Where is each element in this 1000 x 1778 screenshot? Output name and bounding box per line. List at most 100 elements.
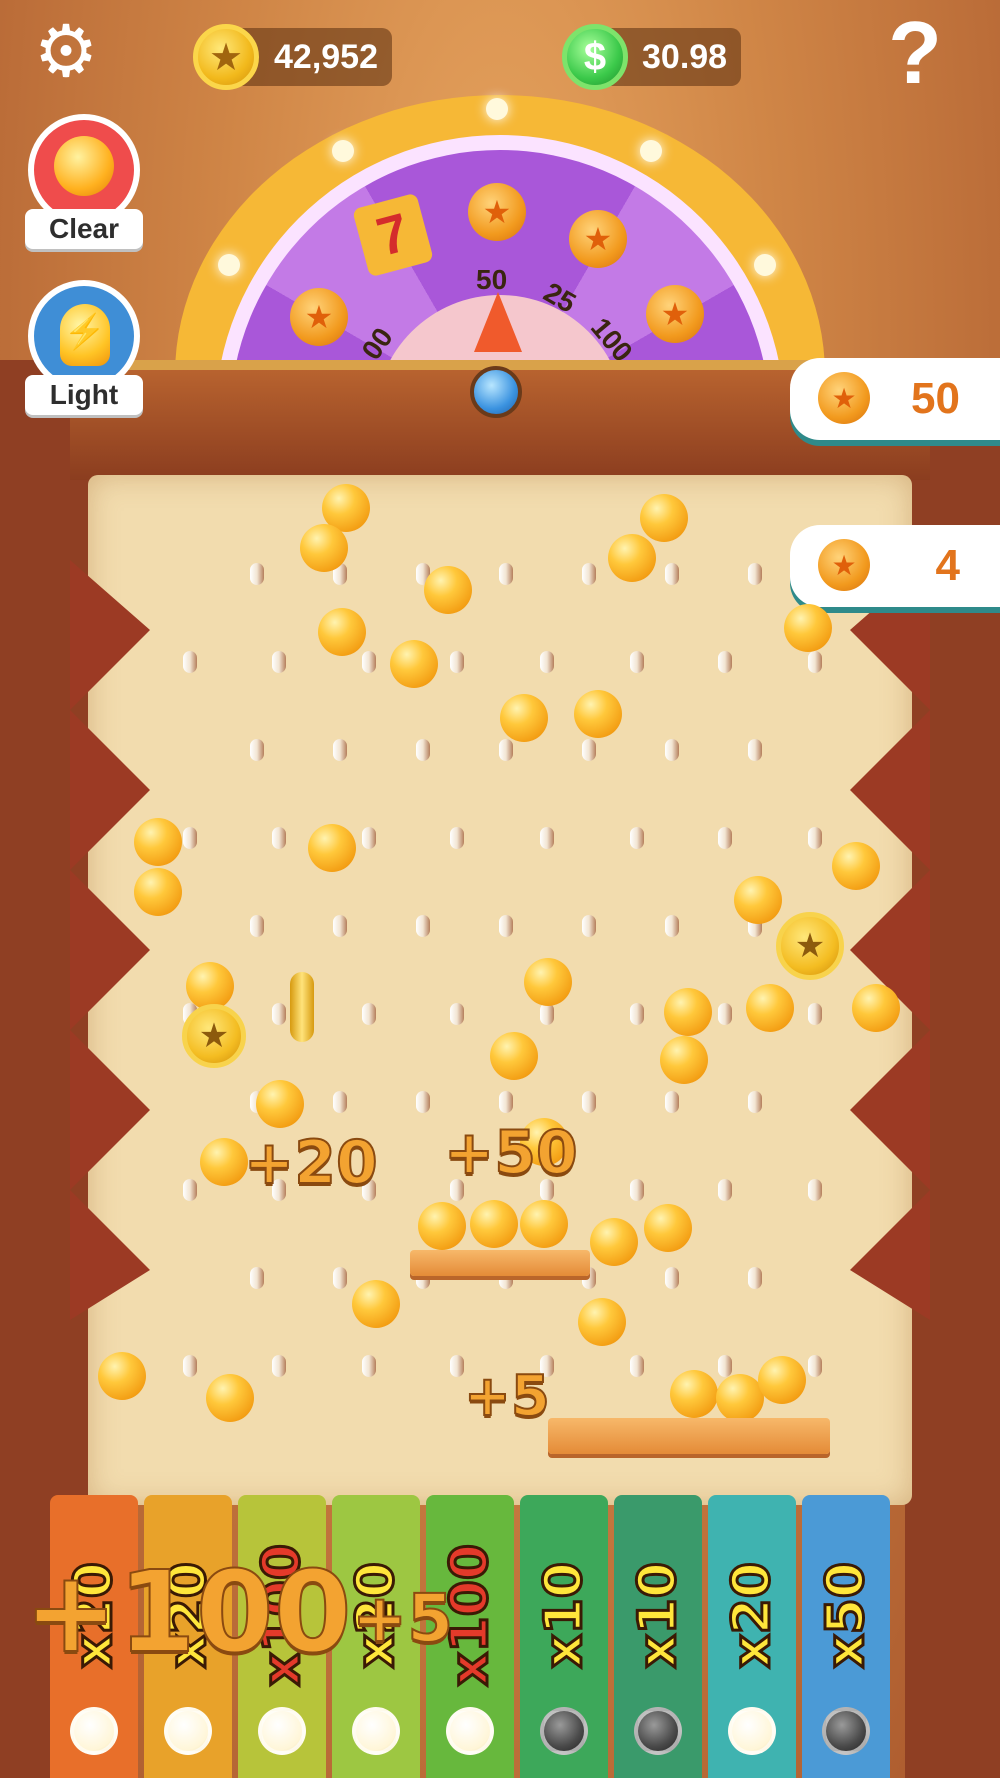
slot-multiplier-label: x50 — [815, 1561, 878, 1670]
bonus-popup: +5 — [351, 1579, 454, 1658]
peg — [362, 651, 376, 673]
ball — [664, 988, 712, 1036]
ball — [784, 604, 832, 652]
ball — [186, 962, 234, 1010]
lightbulb-icon: ⚡ — [60, 304, 110, 366]
peg — [540, 827, 554, 849]
ball — [520, 1200, 568, 1248]
ball — [670, 1370, 718, 1418]
peg — [748, 1267, 762, 1289]
peg — [416, 1091, 430, 1113]
ball — [832, 842, 880, 890]
ball — [300, 524, 348, 572]
peg — [718, 1355, 732, 1377]
ball — [200, 1138, 248, 1186]
ball-counter: ★ 50 — [790, 358, 1000, 440]
peg — [450, 651, 464, 673]
bonus-popup: +5 — [463, 1363, 551, 1430]
slot-multiplier-label: x20 — [721, 1561, 784, 1670]
peg — [808, 1003, 822, 1025]
peg — [665, 739, 679, 761]
ball — [490, 1032, 538, 1080]
ball — [308, 824, 356, 872]
wheel-light — [754, 254, 776, 276]
ball — [256, 1080, 304, 1128]
wheel-star-coin-icon: ★ — [646, 285, 704, 343]
board-wall-left — [70, 560, 150, 1320]
peg — [748, 1091, 762, 1113]
peg — [333, 1091, 347, 1113]
gold-star-coin-icon: ★ — [182, 1004, 246, 1068]
ball — [644, 1204, 692, 1252]
help-button[interactable]: ? — [880, 8, 950, 98]
peg — [582, 739, 596, 761]
peg — [499, 563, 513, 585]
ball — [318, 608, 366, 656]
peg — [808, 1355, 822, 1377]
ball — [390, 640, 438, 688]
peg — [333, 915, 347, 937]
peg — [416, 915, 430, 937]
peg — [333, 739, 347, 761]
board-wall-right — [850, 560, 930, 1320]
peg — [718, 827, 732, 849]
ball — [758, 1356, 806, 1404]
ball — [500, 694, 548, 742]
peg — [272, 1355, 286, 1377]
slot-light-icon — [164, 1707, 212, 1755]
star-ball-counter-value: 4 — [935, 541, 960, 590]
peg — [183, 1179, 197, 1201]
wheel-light — [640, 140, 662, 162]
wheel-star-coin-icon: ★ — [468, 183, 526, 241]
peg — [450, 1003, 464, 1025]
ball — [470, 1200, 518, 1248]
peg — [362, 1355, 376, 1377]
peg — [582, 1091, 596, 1113]
peg — [250, 739, 264, 761]
peg — [630, 1355, 644, 1377]
ball — [640, 494, 688, 542]
peg — [499, 739, 513, 761]
peg — [272, 651, 286, 673]
multiplier-slot: x50 — [802, 1495, 890, 1778]
peg — [540, 651, 554, 673]
peg — [362, 827, 376, 849]
peg — [748, 563, 762, 585]
slot-light-icon — [634, 1707, 682, 1755]
ball — [734, 876, 782, 924]
wheel-light — [218, 254, 240, 276]
peg — [630, 1003, 644, 1025]
star-ball-icon: ★ — [818, 539, 870, 591]
cash-icon: $ — [562, 24, 628, 90]
ball — [660, 1036, 708, 1084]
peg — [808, 1179, 822, 1201]
clear-label: Clear — [25, 209, 143, 249]
light-label: Light — [25, 375, 143, 415]
ball — [418, 1202, 466, 1250]
settings-icon[interactable]: ⚙ — [28, 14, 104, 90]
peg — [665, 915, 679, 937]
clear-orb-icon — [54, 136, 114, 196]
ball — [852, 984, 900, 1032]
peg — [665, 1091, 679, 1113]
wheel-light — [332, 140, 354, 162]
wheel-star-coin-icon: ★ — [290, 288, 348, 346]
peg — [808, 827, 822, 849]
bonus-platform — [548, 1418, 830, 1454]
gold-star-coin-icon: ★ — [776, 912, 844, 980]
ball — [746, 984, 794, 1032]
peg — [665, 563, 679, 585]
ball — [608, 534, 656, 582]
slot-light-icon — [446, 1707, 494, 1755]
peg — [450, 827, 464, 849]
slot-light-icon — [70, 1707, 118, 1755]
bonus-popup: +20 — [243, 1127, 379, 1199]
ball-launcher[interactable] — [470, 366, 522, 418]
peg — [582, 563, 596, 585]
peg — [416, 739, 430, 761]
ball — [352, 1280, 400, 1328]
peg — [183, 827, 197, 849]
bonus-popup: +100 — [23, 1547, 353, 1679]
bonus-platform — [410, 1250, 590, 1276]
peg — [718, 1003, 732, 1025]
